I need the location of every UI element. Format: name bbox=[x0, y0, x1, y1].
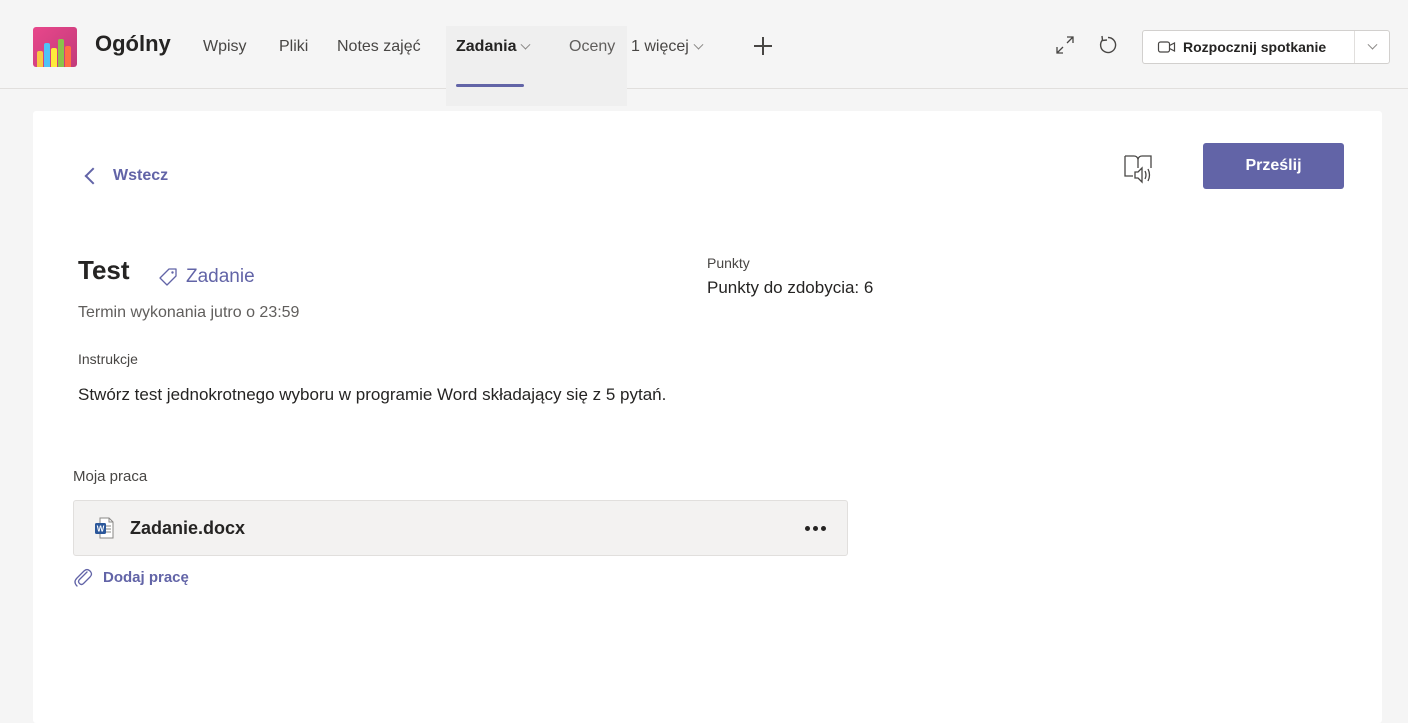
pencil-shape bbox=[58, 39, 64, 67]
tab-pliki[interactable]: Pliki bbox=[279, 38, 308, 56]
chevron-left-icon bbox=[84, 167, 102, 185]
assignment-card: Wstecz Prześlij Test Zadanie Termin wyko… bbox=[33, 111, 1382, 723]
points-label: Punkty bbox=[707, 255, 750, 271]
back-label: Wstecz bbox=[113, 167, 169, 184]
add-tab-plus-icon[interactable] bbox=[753, 36, 773, 56]
dot-shape bbox=[812, 525, 818, 531]
pencil-shape bbox=[51, 48, 57, 67]
tag-icon bbox=[159, 268, 177, 286]
dot-shape bbox=[820, 525, 826, 531]
video-camera-icon bbox=[1157, 41, 1176, 53]
channel-header: Ogólny Wpisy Pliki Notes zajęć Zadania O… bbox=[0, 0, 1408, 106]
pencil-shape bbox=[65, 46, 71, 67]
tab-zadania[interactable]: Zadania bbox=[456, 38, 531, 56]
dot-shape bbox=[804, 525, 810, 531]
svg-text:W: W bbox=[97, 525, 105, 534]
more-options-icon[interactable] bbox=[795, 513, 835, 543]
start-meeting-dropdown[interactable] bbox=[1355, 31, 1389, 63]
immersive-reader-icon[interactable] bbox=[1121, 150, 1155, 184]
tab-more-label: 1 więcej bbox=[631, 38, 689, 55]
assignment-category-label: Zadanie bbox=[186, 266, 255, 287]
tab-zadania-label: Zadania bbox=[456, 38, 517, 55]
start-meeting-main[interactable]: Rozpocznij spotkanie bbox=[1143, 31, 1355, 63]
expand-icon[interactable] bbox=[1054, 34, 1076, 56]
pencil-shape bbox=[37, 51, 43, 67]
pencil-shape bbox=[44, 43, 50, 67]
chevron-down-icon bbox=[693, 39, 704, 50]
paperclip-icon bbox=[74, 568, 93, 587]
back-button[interactable]: Wstecz bbox=[83, 167, 168, 185]
start-meeting-button[interactable]: Rozpocznij spotkanie bbox=[1142, 30, 1390, 64]
word-document-icon: W bbox=[95, 517, 114, 539]
tab-more[interactable]: 1 więcej bbox=[631, 38, 704, 56]
my-work-label: Moja praca bbox=[73, 468, 148, 485]
assignment-title: Test bbox=[78, 255, 130, 285]
active-tab-indicator bbox=[456, 84, 524, 87]
assignment-category: Zadanie bbox=[158, 266, 255, 288]
due-date: Termin wykonania jutro o 23:59 bbox=[78, 304, 300, 321]
instructions-label: Instrukcje bbox=[78, 351, 138, 367]
tab-oceny[interactable]: Oceny bbox=[569, 38, 615, 56]
refresh-icon[interactable] bbox=[1097, 34, 1119, 56]
instructions-text: Stwórz test jednokrotnego wyboru w progr… bbox=[78, 385, 667, 404]
start-meeting-label: Rozpocznij spotkanie bbox=[1183, 39, 1327, 55]
chevron-down-icon bbox=[1367, 39, 1377, 50]
tab-wpisy[interactable]: Wpisy bbox=[203, 38, 247, 56]
submit-button[interactable]: Prześlij bbox=[1203, 143, 1344, 189]
file-name: Zadanie.docx bbox=[130, 517, 246, 538]
chevron-down-icon bbox=[521, 39, 531, 50]
add-work-label: Dodaj pracę bbox=[103, 568, 189, 586]
team-avatar[interactable] bbox=[33, 27, 77, 67]
attached-file[interactable]: W Zadanie.docx bbox=[73, 500, 848, 556]
tab-notes-zajec[interactable]: Notes zajęć bbox=[337, 38, 421, 56]
channel-title: Ogólny bbox=[95, 31, 171, 56]
add-work-button[interactable]: Dodaj pracę bbox=[73, 566, 189, 588]
points-value: Punkty do zdobycia: 6 bbox=[707, 278, 874, 297]
